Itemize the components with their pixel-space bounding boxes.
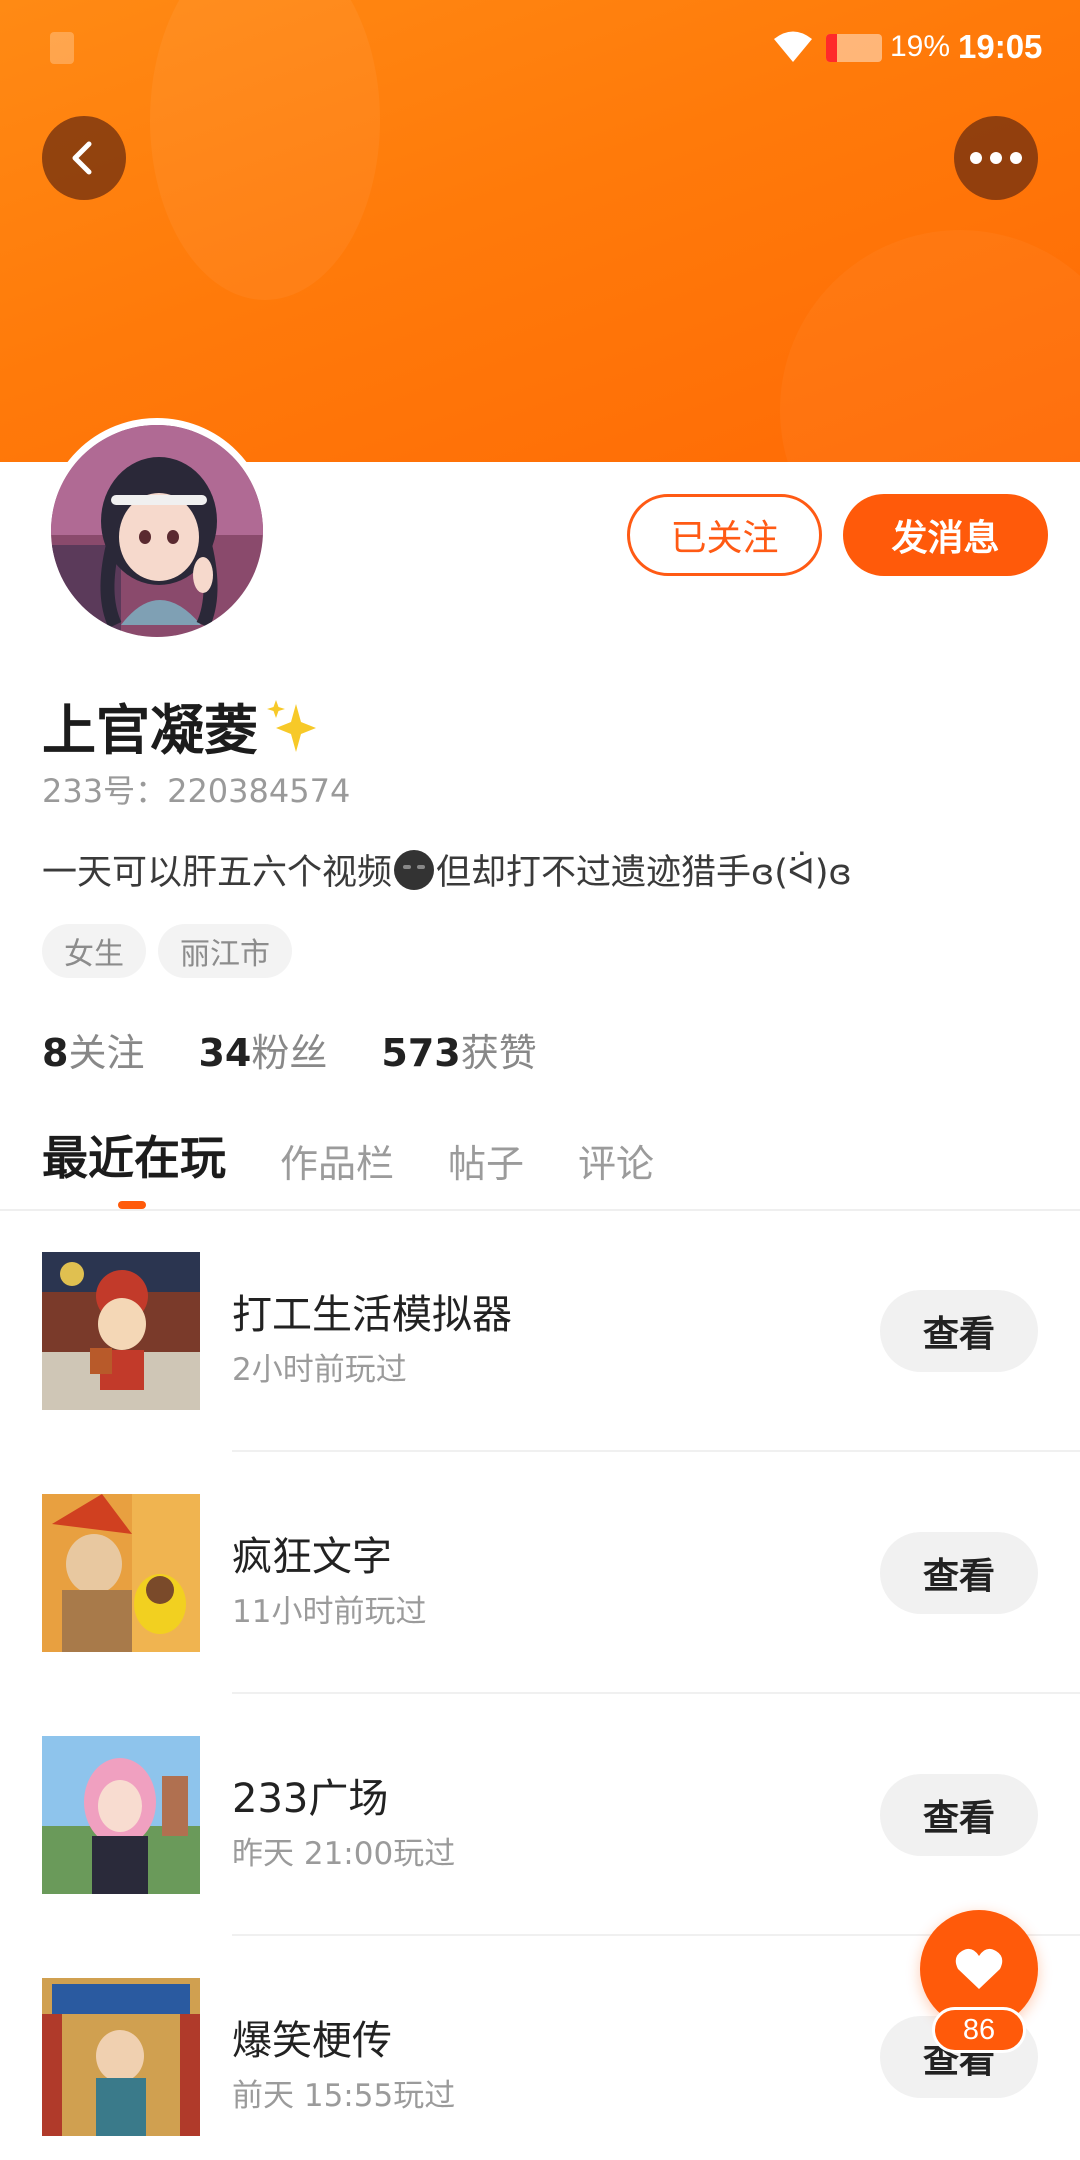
tab-recently-played[interactable]: 最近在玩: [42, 1122, 226, 1188]
bio-text-end: 但却打不过遗迹猎手ɞ(ᐛ)ɞ: [436, 853, 852, 893]
wifi-icon: [774, 31, 812, 62]
last-played-time: 2小时前玩过: [232, 1352, 407, 1388]
view-game-button[interactable]: 查看: [880, 1290, 1038, 1372]
list-item[interactable]: 233广场 昨天 21:00玩过 查看: [0, 1694, 1080, 1936]
bio-text-start: 一天可以肝五六个视频: [42, 853, 393, 893]
game-title: 疯狂文字: [232, 1534, 392, 1580]
user-bio: 一天可以肝五六个视频 但却打不过遗迹猎手ɞ(ᐛ)ɞ: [42, 844, 852, 895]
tab-comments[interactable]: 评论: [578, 1133, 654, 1188]
game-title: 233广场: [232, 1776, 389, 1822]
last-played-time: 昨天 21:00玩过: [232, 1836, 456, 1872]
following-button[interactable]: 已关注: [627, 494, 822, 576]
fans-stat[interactable]: 34粉丝: [198, 1022, 327, 1077]
list-item[interactable]: 疯狂文字 11小时前玩过 查看: [0, 1452, 1080, 1694]
view-game-button[interactable]: 查看: [880, 1532, 1038, 1614]
location-tag: 丽江市: [158, 924, 292, 978]
game-thumbnail: [42, 1736, 200, 1894]
game-title: 爆笑梗传: [232, 2018, 392, 2064]
likes-stat[interactable]: 573获赞: [381, 1022, 536, 1077]
fans-count: 34: [198, 1031, 252, 1075]
game-thumbnail: [42, 1978, 200, 2136]
username: 上官凝菱: [42, 699, 258, 762]
sparkle-icon: [267, 699, 316, 752]
likes-count: 573: [381, 1031, 461, 1075]
user-id: 233号：220384574: [42, 772, 351, 810]
list-item[interactable]: 爆笑梗传 前天 15:55玩过 查看: [0, 1936, 1080, 2160]
status-time: 19:05: [958, 28, 1043, 65]
following-stat[interactable]: 8关注: [42, 1022, 144, 1077]
game-thumbnail: [42, 1252, 200, 1410]
tab-posts[interactable]: 帖子: [448, 1133, 524, 1188]
last-played-time: 前天 15:55玩过: [232, 2078, 456, 2114]
last-played-time: 11小时前玩过: [232, 1594, 427, 1630]
following-label: 关注: [68, 1031, 145, 1075]
like-count-badge: 86: [932, 2007, 1026, 2053]
battery-icon: [826, 34, 882, 62]
view-game-button[interactable]: 查看: [880, 1774, 1038, 1856]
chevron-left-icon: [72, 141, 92, 175]
profile-tabs: 最近在玩 作品栏 帖子 评论: [42, 1122, 654, 1188]
profile-stats: 8关注 34粉丝 573获赞: [42, 1022, 537, 1077]
status-bar: 19% 19:05: [0, 0, 1080, 96]
username-row: 上官凝菱: [42, 686, 318, 765]
avatar-image: [51, 425, 263, 637]
likes-label: 获赞: [460, 1031, 537, 1075]
active-tab-indicator: [118, 1201, 146, 1209]
battery-percentage: 19%: [890, 30, 951, 63]
gender-tag: 女生: [42, 924, 146, 978]
game-title: 打工生活模拟器: [232, 1292, 512, 1338]
list-item[interactable]: 打工生活模拟器 2小时前玩过 查看: [0, 1210, 1080, 1452]
game-thumbnail: [42, 1494, 200, 1652]
fans-label: 粉丝: [251, 1031, 328, 1075]
following-count: 8: [42, 1031, 69, 1075]
heart-icon: [955, 1948, 1003, 1989]
back-button[interactable]: [42, 116, 126, 200]
recent-games-list: 打工生活模拟器 2小时前玩过 查看 疯狂文字 11小时前玩过 查看 233广场 …: [0, 1210, 1080, 2160]
tab-works[interactable]: 作品栏: [280, 1133, 394, 1188]
more-options-button[interactable]: [954, 116, 1038, 200]
sim-card-icon: [50, 32, 74, 64]
send-message-button[interactable]: 发消息: [843, 494, 1048, 576]
smirk-emoji-icon: [394, 849, 435, 890]
avatar[interactable]: [44, 418, 270, 644]
profile-tags: 女生 丽江市: [42, 924, 292, 978]
more-dots-icon: [970, 152, 1022, 164]
